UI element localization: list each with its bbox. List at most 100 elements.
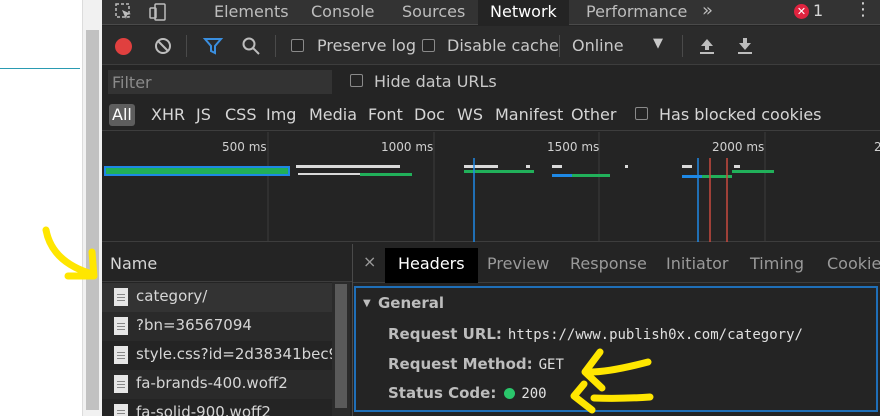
tab-elements[interactable]: Elements — [202, 0, 301, 25]
status-code-row: Status Code: 200 — [388, 384, 547, 402]
preserve-log-checkbox[interactable] — [291, 39, 304, 52]
tab-console[interactable]: Console — [299, 0, 387, 25]
request-row[interactable]: fa-solid-900.woff2 — [102, 399, 332, 416]
page-scrollbar-thumb[interactable] — [86, 30, 99, 410]
toolbar-separator — [275, 35, 276, 57]
timeline-tick: 1500 ms — [547, 140, 600, 154]
filter-row: Hide data URLs — [102, 66, 880, 97]
tab-headers[interactable]: Headers — [385, 248, 478, 283]
request-name: style.css?id=2d38341bec9... — [136, 345, 332, 363]
type-filter-all[interactable]: All — [109, 104, 135, 126]
requests-list: Name category/ ?bn=36567094 style.css?id… — [102, 244, 352, 416]
close-icon[interactable]: × — [363, 252, 376, 271]
request-row[interactable]: ?bn=36567094 — [102, 312, 332, 341]
tab-sources[interactable]: Sources — [390, 0, 477, 25]
type-filter-img[interactable]: Img — [266, 104, 296, 126]
request-method-row: Request Method: GET — [388, 355, 564, 373]
has-blocked-cookies-checkbox[interactable] — [635, 107, 648, 120]
record-icon[interactable] — [115, 38, 132, 55]
request-row[interactable]: style.css?id=2d38341bec9... — [102, 341, 332, 370]
document-icon — [114, 375, 128, 393]
request-method-value: GET — [538, 357, 564, 373]
device-toolbar-icon[interactable] — [148, 2, 168, 22]
toolbar-separator — [186, 35, 187, 57]
devtools-panel: Elements Console Sources Network Perform… — [102, 0, 880, 416]
preserve-log-label[interactable]: Preserve log — [317, 35, 416, 57]
chevron-down-icon[interactable]: ▼ — [653, 36, 663, 51]
status-ok-icon — [504, 388, 516, 399]
type-filter-css[interactable]: CSS — [225, 104, 256, 126]
request-url-row: Request URL: https://www.publish0x.com/ca… — [388, 325, 803, 343]
error-icon[interactable]: ✕ — [794, 4, 809, 19]
devtools-tabbar: Elements Console Sources Network Perform… — [102, 0, 880, 25]
type-filter-ws[interactable]: WS — [457, 104, 483, 126]
tab-timing[interactable]: Timing — [737, 248, 817, 283]
request-url-value: https://www.publish0x.com/category/ — [507, 327, 803, 343]
tab-response[interactable]: Response — [557, 248, 660, 283]
error-count[interactable]: 1 — [813, 0, 823, 25]
request-detail-pane: × Headers Preview Response Initiator Tim… — [353, 244, 880, 416]
page-scrollbar[interactable] — [82, 0, 102, 416]
general-section: ▼ General Request URL: https://www.publis… — [354, 286, 878, 412]
type-filter-font[interactable]: Font — [368, 104, 403, 126]
triangle-down-icon[interactable]: ▼ — [363, 298, 371, 309]
tab-performance[interactable]: Performance — [574, 0, 699, 25]
requests-scrollbar-thumb[interactable] — [335, 284, 347, 408]
import-har-icon[interactable] — [696, 35, 718, 57]
type-filter-doc[interactable]: Doc — [414, 104, 445, 126]
filter-icon[interactable] — [202, 35, 224, 57]
network-toolbar: Preserve log Disable cache Online ▼ — [102, 26, 880, 65]
tab-cookies[interactable]: Cookies — [814, 248, 880, 283]
type-filter-manifest[interactable]: Manifest — [495, 104, 563, 126]
page-divider-line — [0, 68, 80, 69]
document-icon — [114, 288, 128, 306]
name-column-label: Name — [110, 254, 158, 273]
tab-network[interactable]: Network — [478, 0, 569, 25]
inspect-element-icon[interactable] — [114, 2, 134, 22]
has-blocked-cookies-label[interactable]: Has blocked cookies — [659, 104, 822, 126]
network-overview[interactable]: 500 ms 1000 ms 1500 ms 2000 ms 2 — [102, 132, 880, 242]
export-har-icon[interactable] — [734, 35, 756, 57]
timeline-tick: 2 — [874, 140, 880, 154]
toolbar-separator — [559, 35, 560, 57]
request-row[interactable]: category/ — [102, 283, 332, 312]
type-filter-media[interactable]: Media — [309, 104, 357, 126]
requests-scrollbar[interactable] — [332, 282, 350, 416]
request-method-key: Request Method: — [388, 355, 533, 373]
detail-tabbar: × Headers Preview Response Initiator Tim… — [353, 244, 880, 283]
toolbar-separator — [682, 35, 683, 57]
timeline-tick: 500 ms — [222, 140, 267, 154]
name-column-header[interactable]: Name — [102, 244, 352, 282]
hide-data-urls-label[interactable]: Hide data URLs — [374, 71, 497, 93]
timeline-tick: 2000 ms — [712, 140, 765, 154]
request-name: ?bn=36567094 — [136, 316, 252, 334]
type-filter-js[interactable]: JS — [196, 104, 211, 126]
kebab-menu-icon[interactable]: ⋮ — [854, 0, 872, 25]
type-filter-other[interactable]: Other — [571, 104, 616, 126]
clear-icon[interactable] — [152, 35, 174, 57]
request-name: category/ — [136, 287, 208, 305]
request-name: fa-brands-400.woff2 — [136, 374, 288, 392]
document-icon — [114, 317, 128, 335]
document-icon — [114, 346, 128, 364]
tab-initiator[interactable]: Initiator — [653, 248, 741, 283]
general-section-title[interactable]: General — [378, 294, 444, 312]
request-name: fa-solid-900.woff2 — [136, 403, 271, 416]
throttling-select[interactable]: Online — [572, 35, 624, 57]
webpage-content — [0, 0, 82, 416]
status-code-value: 200 — [521, 386, 547, 402]
type-filter-xhr[interactable]: XHR — [151, 104, 185, 126]
request-url-key: Request URL: — [388, 325, 502, 343]
document-icon — [114, 404, 128, 416]
more-tabs-icon[interactable]: » — [702, 0, 713, 25]
timeline-tick: 1000 ms — [381, 140, 434, 154]
tab-preview[interactable]: Preview — [474, 248, 562, 283]
disable-cache-checkbox[interactable] — [422, 39, 435, 52]
filter-input[interactable] — [108, 70, 332, 94]
hide-data-urls-checkbox[interactable] — [350, 74, 363, 87]
request-row[interactable]: fa-brands-400.woff2 — [102, 370, 332, 399]
disable-cache-label[interactable]: Disable cache — [447, 35, 559, 57]
status-code-key: Status Code: — [388, 384, 497, 402]
search-icon[interactable] — [240, 35, 262, 57]
resource-type-filters: All XHR JS CSS Img Media Font Doc WS Man… — [102, 98, 880, 131]
